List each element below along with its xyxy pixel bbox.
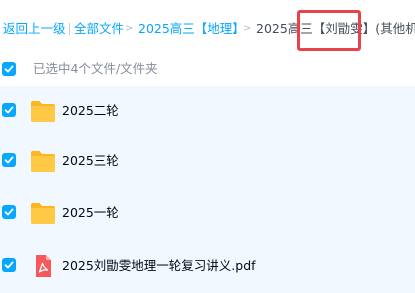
parent-folder-link[interactable]: 2025高三【地理】 [138, 21, 245, 37]
file-name: 2025一轮 [62, 205, 119, 220]
breadcrumb-divider [69, 23, 70, 35]
row-checkbox[interactable] [2, 205, 16, 219]
selection-header: 已选中4个文件/文件夹 [0, 52, 415, 86]
highlight-annotation [297, 10, 361, 51]
all-files-link[interactable]: 全部文件 [74, 21, 124, 37]
row-checkbox[interactable] [2, 103, 16, 117]
file-name: 2025二轮 [62, 103, 119, 118]
check-icon [4, 156, 14, 164]
breadcrumb: 返回上一级 全部文件 > 2025高三【地理】 > 2025高三【刘勖雯】(其他… [0, 0, 415, 52]
file-name: 2025刘勖雯地理一轮复习讲义.pdf [62, 258, 256, 273]
folder-icon [31, 203, 55, 224]
folder-icon [31, 151, 55, 172]
select-all-checkbox[interactable] [2, 62, 16, 76]
check-icon [4, 106, 14, 114]
back-link[interactable]: 返回上一级 [3, 21, 66, 37]
check-icon [4, 261, 14, 269]
check-icon [4, 208, 14, 216]
file-browser: 返回上一级 全部文件 > 2025高三【地理】 > 2025高三【刘勖雯】(其他… [0, 0, 415, 293]
folder-icon [31, 101, 55, 122]
row-checkbox[interactable] [2, 153, 16, 167]
selection-count-text: 已选中4个文件/文件夹 [33, 61, 158, 76]
file-list: 2025二轮 2025三轮 2025一轮 2025刘勖雯地理一轮复习讲义.pdf [0, 86, 415, 293]
file-name: 2025三轮 [62, 153, 119, 168]
list-item[interactable]: 2025一轮 [0, 188, 415, 240]
list-item[interactable]: 2025二轮 [0, 86, 415, 138]
row-checkbox[interactable] [2, 258, 16, 272]
pdf-file-icon [36, 255, 51, 277]
chevron-right-icon: > [243, 23, 252, 34]
list-item[interactable]: 2025三轮 [0, 136, 415, 188]
chevron-right-icon: > [125, 23, 134, 34]
check-icon [4, 65, 14, 73]
list-item[interactable]: 2025刘勖雯地理一轮复习讲义.pdf [0, 241, 415, 293]
